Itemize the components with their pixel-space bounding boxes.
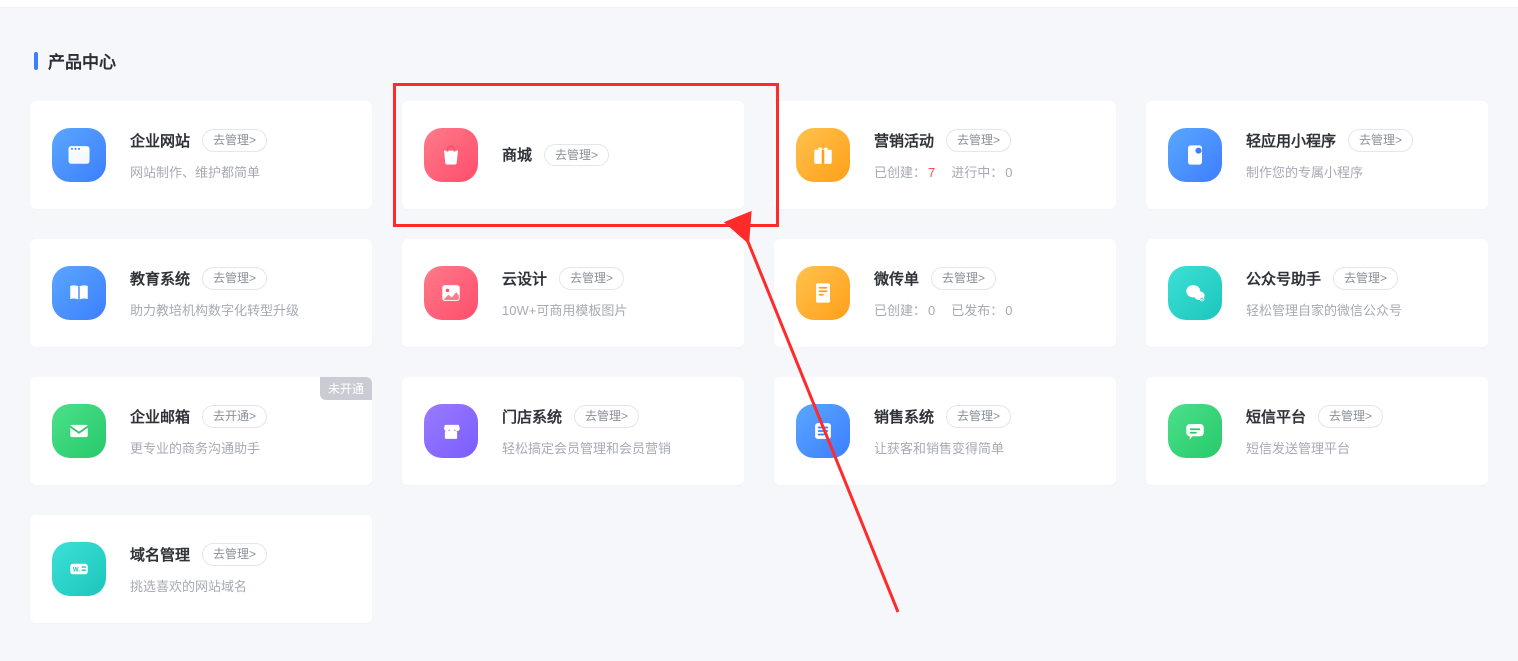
card-title: 轻应用小程序: [1246, 130, 1336, 151]
card-miniapp[interactable]: 轻应用小程序 去管理> 制作您的专属小程序: [1146, 101, 1488, 209]
card-title: 营销活动: [874, 130, 934, 151]
browser-icon: [52, 128, 106, 182]
book-icon: [52, 266, 106, 320]
stat-label: 已创建：: [874, 303, 926, 318]
card-sms[interactable]: 短信平台 去管理> 短信发送管理平台: [1146, 377, 1488, 485]
section-header-bar: [34, 52, 38, 70]
card-desc: 10W+可商用模板图片: [502, 300, 724, 319]
card-desc: 挑选喜欢的网站域名: [130, 576, 352, 595]
card-title: 企业邮箱: [130, 406, 190, 427]
stat-value: 0: [1005, 303, 1012, 318]
card-sales[interactable]: 销售系统 去管理> 让获客和销售变得简单: [774, 377, 1116, 485]
card-title: 域名管理: [130, 544, 190, 565]
manage-button[interactable]: 去管理>: [202, 267, 267, 290]
manage-button[interactable]: 去管理>: [559, 267, 624, 290]
manage-button[interactable]: 去管理>: [931, 267, 996, 290]
card-title: 教育系统: [130, 268, 190, 289]
card-title: 公众号助手: [1246, 268, 1321, 289]
stat-label: 进行中：: [951, 165, 1003, 180]
image-icon: [424, 266, 478, 320]
card-title: 微传单: [874, 268, 919, 289]
card-mail[interactable]: 未开通 企业邮箱 去开通> 更专业的商务沟通助手: [30, 377, 372, 485]
card-title: 短信平台: [1246, 406, 1306, 427]
svg-text:W.: W.: [73, 567, 80, 574]
gift-icon: [796, 128, 850, 182]
stat-value: 7: [928, 165, 935, 180]
cards-grid: 企业网站 去管理> 网站制作、维护都简单 商城 去管理>: [30, 101, 1488, 623]
top-strip: [0, 0, 1518, 8]
card-store[interactable]: 门店系统 去管理> 轻松搞定会员管理和会员营销: [402, 377, 744, 485]
store-icon: [424, 404, 478, 458]
manage-button[interactable]: 去管理>: [946, 405, 1011, 428]
manage-button[interactable]: 去管理>: [202, 129, 267, 152]
card-flyer[interactable]: 微传单 去管理> 已创建：0 已发布：0: [774, 239, 1116, 347]
card-domain[interactable]: W. 域名管理 去管理> 挑选喜欢的网站域名: [30, 515, 372, 623]
card-stats: 已创建：0 已发布：0: [874, 300, 1096, 319]
section-title: 产品中心: [48, 48, 116, 73]
stat-value: 0: [928, 303, 935, 318]
manage-button[interactable]: 去管理>: [1333, 267, 1398, 290]
manage-button[interactable]: 去管理>: [574, 405, 639, 428]
card-desc: 助力教培机构数字化转型升级: [130, 300, 352, 319]
card-desc: 让获客和销售变得简单: [874, 438, 1096, 457]
card-desc: 短信发送管理平台: [1246, 438, 1468, 457]
card-edu[interactable]: 教育系统 去管理> 助力教培机构数字化转型升级: [30, 239, 372, 347]
card-desc: 轻松搞定会员管理和会员营销: [502, 438, 724, 457]
stat-label: 已发布：: [951, 303, 1003, 318]
message-icon: [1168, 404, 1222, 458]
manage-button[interactable]: 去管理>: [1318, 405, 1383, 428]
card-site[interactable]: 企业网站 去管理> 网站制作、维护都简单: [30, 101, 372, 209]
card-title: 销售系统: [874, 406, 934, 427]
card-mall[interactable]: 商城 去管理>: [402, 101, 744, 209]
manage-button[interactable]: 去管理>: [544, 144, 609, 167]
manage-button[interactable]: 去管理>: [946, 129, 1011, 152]
list-icon: [796, 404, 850, 458]
section-header: 产品中心: [30, 8, 1488, 101]
card-design[interactable]: 云设计 去管理> 10W+可商用模板图片: [402, 239, 744, 347]
card-desc: 更专业的商务沟通助手: [130, 438, 352, 457]
page: 产品中心 企业网站 去管理> 网站制作、维护都简单 商城: [0, 8, 1518, 623]
card-stats: 已创建：7 进行中：0: [874, 162, 1096, 181]
card-desc: 制作您的专属小程序: [1246, 162, 1468, 181]
card-wechat[interactable]: 公众号助手 去管理> 轻松管理自家的微信公众号: [1146, 239, 1488, 347]
manage-button[interactable]: 去管理>: [202, 543, 267, 566]
card-title: 门店系统: [502, 406, 562, 427]
card-desc: 轻松管理自家的微信公众号: [1246, 300, 1468, 319]
card-title: 商城: [502, 144, 532, 165]
card-title: 云设计: [502, 268, 547, 289]
stat-label: 已创建：: [874, 165, 926, 180]
manage-button[interactable]: 去管理>: [1348, 129, 1413, 152]
shopping-bag-icon: [424, 128, 478, 182]
card-desc: 网站制作、维护都简单: [130, 162, 352, 181]
miniprogram-icon: [1168, 128, 1222, 182]
flyer-icon: [796, 266, 850, 320]
status-badge: 未开通: [320, 377, 372, 400]
stat-value: 0: [1005, 165, 1012, 180]
card-promo[interactable]: 营销活动 去管理> 已创建：7 进行中：0: [774, 101, 1116, 209]
wechat-icon: [1168, 266, 1222, 320]
domain-icon: W.: [52, 542, 106, 596]
card-title: 企业网站: [130, 130, 190, 151]
open-button[interactable]: 去开通>: [202, 405, 267, 428]
mail-icon: [52, 404, 106, 458]
